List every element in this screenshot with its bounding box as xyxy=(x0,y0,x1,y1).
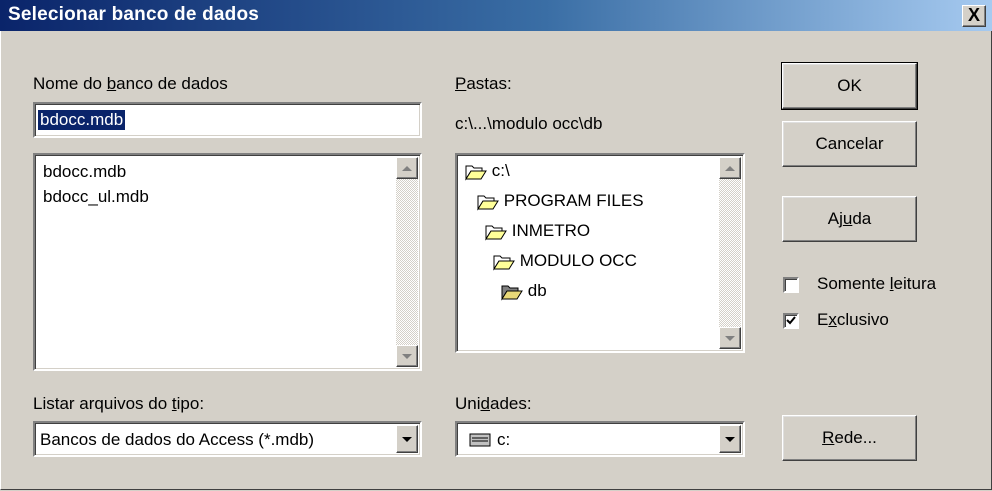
ok-button[interactable]: OK xyxy=(781,62,918,110)
folder-item-modulo-occ[interactable]: MODULO OCC xyxy=(493,251,637,271)
checkmark-icon xyxy=(786,316,796,325)
label-accel: d xyxy=(480,394,490,413)
close-icon: X xyxy=(967,5,980,25)
label-text: Uni xyxy=(455,394,481,413)
folder-name: MODULO OCC xyxy=(519,251,637,270)
file-list-scrollbar[interactable] xyxy=(396,157,418,367)
scroll-down-button[interactable] xyxy=(719,327,741,349)
folders-label: Pastas: xyxy=(455,74,512,94)
chevron-down-icon xyxy=(402,436,412,442)
scroll-down-button[interactable] xyxy=(396,345,418,367)
drive-icon xyxy=(469,433,491,447)
open-folder-icon xyxy=(485,225,507,241)
folder-name: db xyxy=(527,281,547,300)
exclusive-label[interactable]: Exclusivo xyxy=(817,310,889,330)
title-bar[interactable]: Selecionar banco de dados X xyxy=(0,0,992,31)
arrow-down-icon xyxy=(725,335,735,341)
label-accel: b xyxy=(106,74,117,93)
file-type-select[interactable]: Bancos de dados do Access (*.mdb) xyxy=(33,421,422,457)
open-folder-icon xyxy=(465,165,487,181)
drive-select[interactable]: c: xyxy=(455,421,745,457)
open-folder-icon xyxy=(493,255,515,271)
button-label: ede... xyxy=(834,428,877,447)
folder-name: INMETRO xyxy=(511,221,591,240)
folder-item-inmetro[interactable]: INMETRO xyxy=(485,221,590,241)
window-title: Selecionar banco de dados xyxy=(8,4,260,25)
current-path: c:\...\modulo occ\db xyxy=(455,114,603,133)
label-text: Listar arquivos do xyxy=(33,394,172,413)
drives-label: Unidades: xyxy=(455,394,532,414)
label-text: eitura xyxy=(893,274,937,293)
exclusive-checkbox[interactable] xyxy=(783,313,799,329)
cancel-button[interactable]: Cancelar xyxy=(782,121,917,167)
database-file-list[interactable]: bdocc.mdb bdocc_ul.mdb xyxy=(33,153,422,371)
folder-tree-scrollbar[interactable] xyxy=(719,157,741,349)
label-text: E xyxy=(817,310,829,329)
scroll-up-button[interactable] xyxy=(396,157,418,179)
readonly-checkbox[interactable] xyxy=(783,277,799,293)
label-accel: P xyxy=(455,74,467,93)
button-accel: R xyxy=(822,428,835,447)
database-name-label: Nome do banco de dados xyxy=(33,74,228,94)
arrow-up-icon xyxy=(402,165,412,171)
arrow-down-icon xyxy=(402,353,412,359)
file-type-value: Bancos de dados do Access (*.mdb) xyxy=(40,430,315,449)
database-name-value: bdocc.mdb xyxy=(38,110,126,130)
current-folder-icon xyxy=(501,285,523,301)
label-text: ipo: xyxy=(176,394,205,413)
folder-name: PROGRAM FILES xyxy=(503,191,644,210)
arrow-up-icon xyxy=(725,165,735,171)
list-item[interactable]: bdocc.mdb xyxy=(43,162,126,182)
folder-item-program-files[interactable]: PROGRAM FILES xyxy=(477,191,644,211)
button-label: OK xyxy=(837,76,862,95)
folder-item-root[interactable]: c:\ xyxy=(465,161,510,181)
file-type-label: Listar arquivos do tipo: xyxy=(33,394,204,414)
file-type-dropdown-button[interactable] xyxy=(396,425,418,453)
label-text: ades: xyxy=(489,394,532,413)
button-label: da xyxy=(852,209,872,228)
folder-item-db[interactable]: db xyxy=(501,281,547,301)
label-text: anco de dados xyxy=(116,74,228,93)
help-button[interactable]: Aj u da xyxy=(782,196,917,242)
list-item[interactable]: bdocc_ul.mdb xyxy=(43,187,149,207)
label-text: clusivo xyxy=(836,310,889,329)
network-button[interactable]: Rede... xyxy=(782,415,917,461)
button-accel: u xyxy=(842,209,853,228)
scroll-up-button[interactable] xyxy=(719,157,741,179)
button-label: Cancelar xyxy=(815,134,884,153)
label-text: Nome do xyxy=(33,74,107,93)
drive-value: c: xyxy=(497,430,511,449)
readonly-label[interactable]: Somente leitura xyxy=(817,274,936,294)
label-text: astas: xyxy=(466,74,512,93)
database-name-input[interactable]: bdocc.mdb xyxy=(33,102,422,138)
label-text: Somente xyxy=(817,274,890,293)
close-button[interactable]: X xyxy=(962,5,986,27)
button-label: Aj xyxy=(827,209,843,228)
label-accel: x xyxy=(828,310,837,329)
chevron-down-icon xyxy=(725,436,735,442)
open-folder-icon xyxy=(477,195,499,211)
folder-name: c:\ xyxy=(491,161,510,180)
folder-tree[interactable]: c:\ PROGRAM FILES INMETRO MODULO OCC db xyxy=(455,153,745,353)
drive-dropdown-button[interactable] xyxy=(719,425,741,453)
